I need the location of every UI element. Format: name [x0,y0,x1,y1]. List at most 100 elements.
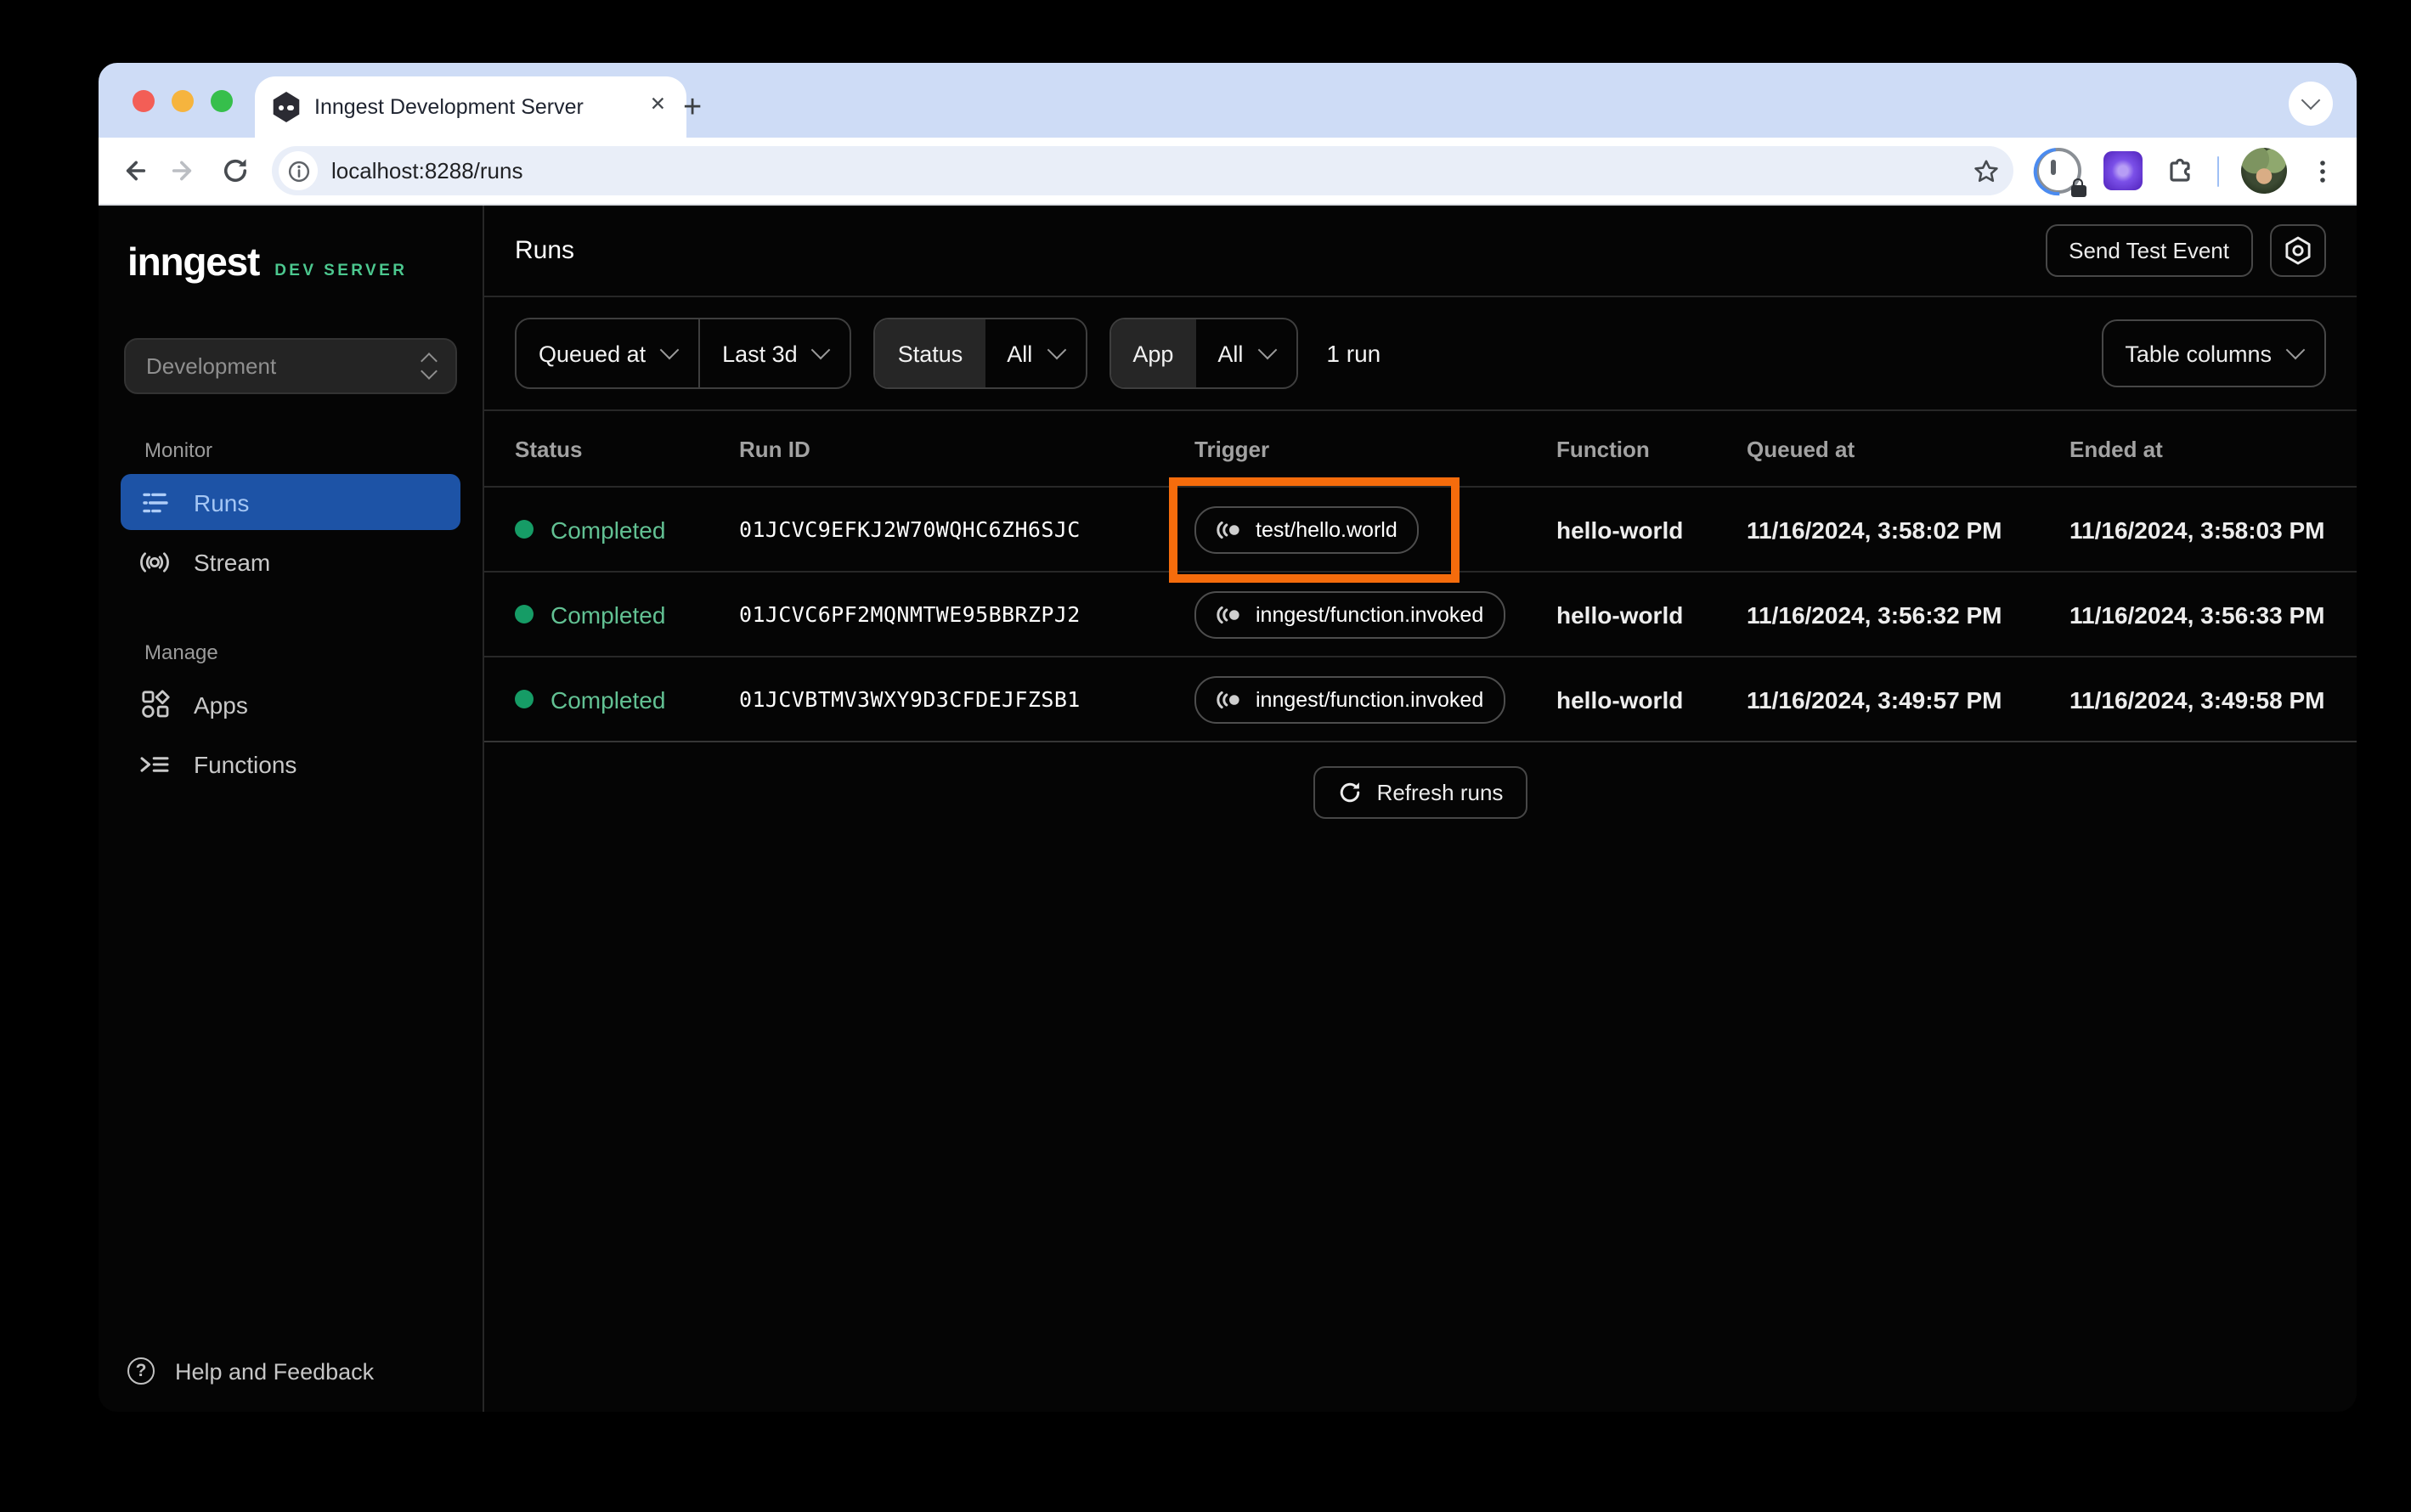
runs-icon [138,488,172,516]
window-close-button[interactable] [133,89,155,111]
tab-search-button[interactable] [2289,82,2333,126]
status-filter-value: All [1007,341,1033,366]
star-icon [1973,159,1997,182]
app-filter-select[interactable]: All [1195,319,1296,387]
sidebar-item-label: Functions [194,750,297,777]
puzzle-icon [2169,157,2189,181]
nav-section-manage: Manage [144,640,218,664]
apps-icon [138,690,172,719]
sidebar-nav: Monitor Runs Stream Manage Apps Function… [99,438,483,1357]
bookmark-button[interactable] [1972,157,1999,184]
ended-at: 11/16/2024, 3:58:03 PM [2069,516,2325,543]
status-cell: Completed [515,685,739,713]
trigger-badge[interactable]: inngest/function.invoked [1194,675,1506,723]
trigger-badge[interactable]: test/hello.world [1194,505,1420,553]
window-controls [133,63,233,138]
sidebar-item-apps[interactable]: Apps [121,676,460,732]
inngest-favicon-icon [273,92,300,122]
chevron-down-icon [2285,340,2306,360]
back-arrow-icon [126,161,146,181]
function-name: hello-world [1556,516,1684,543]
browser-window: Inngest Development Server ✕ + localhost… [99,63,2357,1412]
table-row[interactable]: Completed 01JCVC6PF2MQNMTWE95BBRZPJ2 inn… [484,573,2357,657]
status-completed-dot-icon [515,605,534,623]
refresh-icon [1341,782,1360,803]
site-info-button[interactable] [279,151,318,190]
tab-close-icon[interactable]: ✕ [647,94,669,121]
runs-table: Status Run ID Trigger Function Queued at… [484,411,2357,843]
profile-avatar[interactable] [2241,148,2287,194]
stream-icon [138,550,172,573]
window-zoom-button[interactable] [211,89,233,111]
chevron-down-icon [659,340,680,360]
sidebar-item-stream[interactable]: Stream [121,533,460,590]
environment-select[interactable]: Development [124,338,457,394]
help-and-feedback[interactable]: ? Help and Feedback [99,1357,483,1385]
tab-title: Inngest Development Server [314,95,584,119]
sidebar-item-runs[interactable]: Runs [121,474,460,530]
app-filter: App All [1109,318,1298,389]
sidebar-item-label: Apps [194,691,248,718]
kebab-menu-icon [2320,160,2325,182]
settings-button[interactable] [2270,224,2326,277]
window-minimize-button[interactable] [172,89,194,111]
status-filter-label: Status [875,319,985,387]
function-name: hello-world [1556,685,1684,713]
logo: inngest DEV SERVER [99,240,483,285]
select-updown-icon [421,352,438,381]
time-field-select[interactable]: Queued at [517,319,698,387]
reload-icon [223,159,247,182]
table-columns-label: Table columns [2125,341,2272,366]
desktop: Inngest Development Server ✕ + localhost… [0,0,2411,1512]
queued-at: 11/16/2024, 3:56:32 PM [1747,601,2002,628]
refresh-runs-button[interactable]: Refresh runs [1313,766,1527,819]
gear-icon [2285,236,2311,265]
refresh-runs-label: Refresh runs [1376,780,1504,805]
sidebar-item-functions[interactable]: Functions [121,736,460,792]
chevron-down-icon [811,340,832,360]
browser-tab[interactable]: Inngest Development Server ✕ [255,76,686,138]
event-pulse-icon [1217,520,1239,539]
reload-button[interactable] [221,156,250,185]
app-content: inngest DEV SERVER Development Monitor R… [99,206,2357,1412]
trigger-badge[interactable]: inngest/function.invoked [1194,590,1506,638]
table-row[interactable]: Completed 01JCVBTMV3WXY9D3CFDEJFZSB1 inn… [484,657,2357,742]
column-header-run-id: Run ID [739,436,810,461]
forward-arrow-icon [172,161,192,181]
new-tab-button[interactable]: + [683,92,702,124]
column-header-trigger: Trigger [1194,436,1270,461]
main-panel: Runs Send Test Event Queued at Last 3d S… [484,206,2357,1412]
nav-section-monitor: Monitor [144,438,213,462]
send-test-event-label: Send Test Event [2069,238,2229,263]
time-range-value: Last 3d [722,341,798,366]
table-columns-button[interactable]: Table columns [2101,319,2326,387]
status-filter: Status All [873,318,1087,389]
table-row[interactable]: Completed 01JCVC9EFKJ2W70WQHC6ZH6SJC tes… [484,477,2357,582]
back-button[interactable] [119,156,148,185]
browser-toolbar: localhost:8288/runs [99,138,2357,206]
browser-tab-strip: Inngest Development Server ✕ + [99,63,2357,138]
trigger-cell: test/hello.world [1169,477,1460,582]
toolbar-divider [2216,155,2219,186]
filter-bar: Queued at Last 3d Status All App All 1 r… [484,297,2357,411]
column-header-queued-at: Queued at [1747,436,1855,461]
queued-at: 11/16/2024, 3:49:57 PM [1747,685,2002,713]
run-id: 01JCVC9EFKJ2W70WQHC6ZH6SJC [739,516,1081,542]
forward-button[interactable] [170,156,199,185]
send-test-event-button[interactable]: Send Test Event [2045,224,2253,277]
status-cell: Completed [515,516,739,543]
sidebar-item-label: Stream [194,548,271,575]
address-bar[interactable]: localhost:8288/runs [272,146,2013,195]
browser-menu-button[interactable] [2309,157,2336,184]
status-filter-select[interactable]: All [985,319,1085,387]
time-range-select[interactable]: Last 3d [700,319,850,387]
extensions-button[interactable] [2164,155,2194,186]
dev-server-badge: DEV SERVER [274,262,408,280]
trigger-name: inngest/function.invoked [1256,687,1484,711]
run-id: 01JCVC6PF2MQNMTWE95BBRZPJ2 [739,601,1081,627]
status-completed-dot-icon [515,520,534,539]
browser-extension-icon[interactable] [2103,151,2142,190]
password-manager-extension-icon[interactable] [2035,148,2086,197]
help-icon: ? [127,1357,155,1385]
table-header-row: Status Run ID Trigger Function Queued at… [484,411,2357,488]
